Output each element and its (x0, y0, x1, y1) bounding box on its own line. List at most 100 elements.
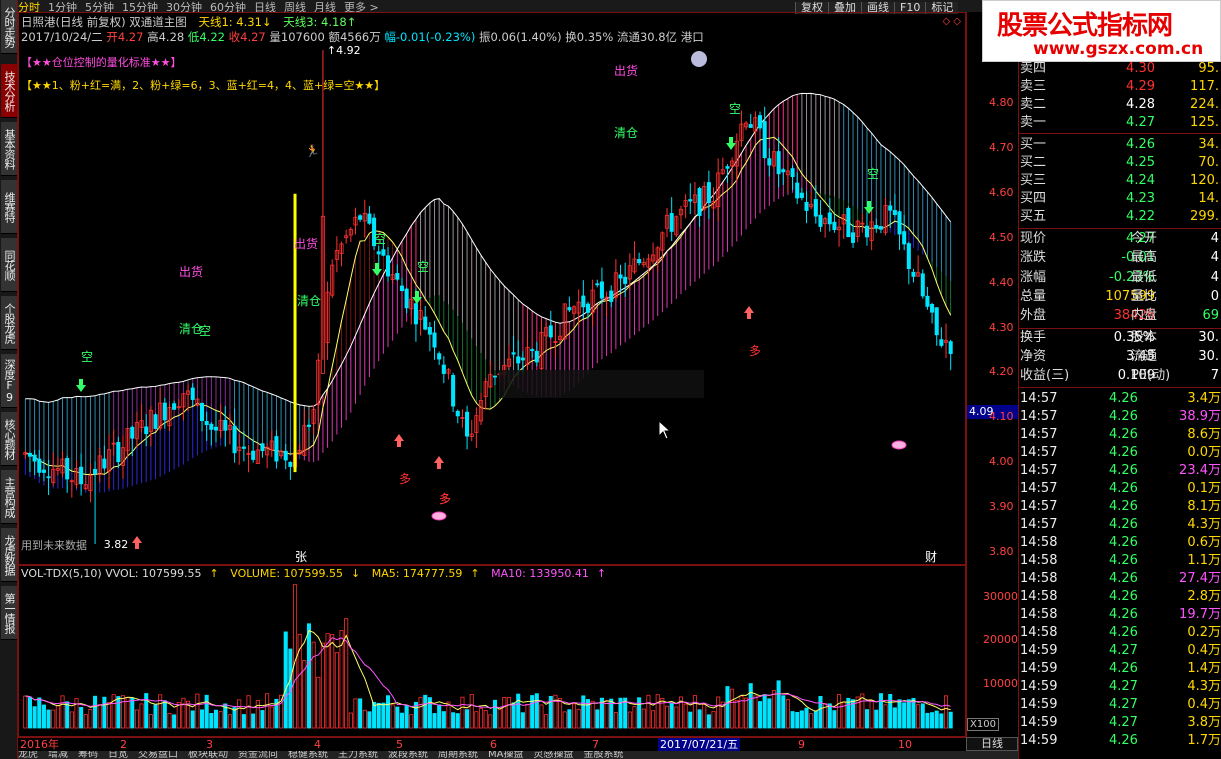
period-tab-7[interactable]: 周线 (284, 2, 306, 13)
bottom-tab-11[interactable]: MA操盘 (488, 751, 523, 759)
left-tab-1[interactable]: 技术分析 (1, 64, 17, 118)
left-tab-2[interactable]: 基本资料 (1, 122, 17, 176)
volume-bar (641, 708, 646, 729)
left-tab-6[interactable]: 深度F9 (1, 354, 17, 408)
watermark-logo: 股票公式指标网 www.gszx.com.cn (982, 0, 1221, 62)
volume-bar (330, 633, 335, 729)
volume-bar (125, 697, 130, 729)
quote-key-2: 流通 (1131, 348, 1158, 364)
left-tab-5[interactable]: 个股龙虎 (1, 296, 17, 350)
price-chart-panel[interactable]: ↑4.92 3.82 用到未来数据空出货 清仓空出货 清仓空空多多多出货 清仓空空多张财 🏃… (18, 12, 966, 565)
period-tab-9[interactable]: 更多 > (344, 2, 379, 13)
tick-price: 4.26 (1109, 535, 1138, 551)
bottom-tab-12[interactable]: 灵感操盘 (533, 751, 573, 759)
bottom-tab-6[interactable]: 资金流向 (238, 751, 278, 759)
quote-key-2: 今开 (1131, 231, 1158, 246)
period-tab-6[interactable]: 日线 (254, 2, 276, 13)
candle (385, 247, 391, 282)
candle (804, 190, 809, 224)
volume-bar (590, 700, 595, 729)
volume-chart[interactable] (19, 566, 966, 737)
left-tab-0[interactable]: 分时走势 (1, 0, 17, 54)
left-tab-7[interactable]: 核心题材 (1, 412, 17, 466)
sell-price: 4.28 (1126, 97, 1155, 112)
period-tab-4[interactable]: 30分钟 (166, 2, 202, 13)
left-tab-10[interactable]: 第一情报 (1, 586, 17, 640)
signal-label: 空 (81, 350, 93, 364)
buy-price: 4.23 (1126, 191, 1155, 206)
signal-label: 多 (749, 344, 761, 358)
left-tab-9[interactable]: 龙虎数据 (1, 528, 17, 582)
sector-value: 港口 (680, 30, 704, 44)
period-tab-5[interactable]: 60分钟 (210, 2, 246, 13)
bottom-tab-3[interactable]: 日宽 (108, 751, 128, 759)
bottom-tab-7[interactable]: 稳健系统 (288, 751, 328, 759)
period-button[interactable]: 日线 (966, 737, 1018, 751)
left-tab-4[interactable]: 同花顺 (1, 238, 17, 292)
bottom-tab-0[interactable]: 龙虎 (18, 751, 38, 759)
volume-bar (734, 700, 739, 729)
bottom-tab-9[interactable]: 波段系统 (388, 751, 428, 759)
candle (311, 405, 316, 435)
bottom-tab-10[interactable]: 周期系统 (438, 751, 478, 759)
bottom-tab-2[interactable]: 筹码 (78, 751, 98, 759)
volume-bar (939, 713, 944, 729)
candle (223, 406, 228, 447)
candle (418, 300, 423, 336)
high-price-label: ↑4.92 (327, 44, 361, 57)
volume-bar (292, 584, 298, 729)
tianxian3-label: 天线3: 4.18 (283, 15, 347, 29)
panel-corner-icon[interactable]: ◇ ◇ (942, 16, 961, 27)
tick-time: 14:58 (1020, 625, 1058, 641)
volume-bar (432, 713, 437, 729)
candle (469, 419, 474, 442)
tick-price: 4.26 (1109, 661, 1138, 677)
volume-bar (153, 704, 158, 729)
ticks-divider (1019, 387, 1221, 389)
tick-volume: 19.7万 (1179, 607, 1221, 623)
volume-bar (716, 696, 721, 729)
amplitude-value: 振0.06(1.40%) (478, 30, 562, 44)
period-tab-0[interactable]: 分时 (18, 2, 40, 13)
candles (23, 50, 953, 545)
candlestick-chart[interactable]: ↑4.923.82用到未来数据空出货清仓空出货清仓空空多多多出货清仓空空多张 财🏃 (19, 13, 966, 565)
candle (883, 197, 888, 236)
candle (492, 375, 498, 386)
quote-key: 净资 (1020, 348, 1047, 364)
volume-bar (525, 704, 530, 729)
price-tick: 4.40 (989, 275, 1014, 289)
volume-panel[interactable]: VOL-TDX(5,10) VVOL: 107599.55 ↑ VOLUME: 1… (18, 565, 966, 737)
bottom-tab-8[interactable]: 主力系统 (338, 751, 378, 759)
left-tab-3[interactable]: 维赛特10 (1, 180, 17, 234)
period-tab-8[interactable]: 月线 (314, 2, 336, 13)
tick-row: 14:57 4.26 0.0万 (1019, 444, 1221, 462)
bottom-tab-13[interactable]: 金股系统 (583, 751, 623, 759)
candle (395, 264, 400, 281)
quote-value-2: 30. (1198, 329, 1219, 345)
quote-key: 外盘 (1020, 308, 1047, 324)
tick-row: 14:58 4.26 19.7万 (1019, 606, 1221, 624)
candle (269, 430, 274, 458)
selected-date: 2017/07/21/五 (658, 738, 741, 751)
bottom-tab-4[interactable]: 交易盘口 (138, 751, 178, 759)
period-tab-3[interactable]: 15分钟 (122, 2, 158, 13)
volume-bar (260, 710, 265, 729)
volume-bar (692, 695, 697, 729)
volume-bar (199, 709, 205, 729)
close-value: 收4.27 (228, 30, 266, 44)
candle (567, 296, 572, 313)
left-tab-8[interactable]: 主营构成 (1, 470, 17, 524)
up-arrow-icon (434, 456, 444, 469)
quote-row: 现价 4.27 今开 4 (1019, 230, 1221, 248)
volume-bar (213, 709, 219, 729)
volume-bar (106, 702, 112, 729)
period-tab-2[interactable]: 5分钟 (85, 2, 114, 13)
volume-bar (465, 709, 470, 729)
buy-row: 买三 4.24 120. (1019, 172, 1221, 190)
price-tick: 4.00 (989, 455, 1014, 469)
bottom-tab-5[interactable]: 板块联动 (188, 751, 228, 759)
tick-price: 4.26 (1109, 553, 1138, 569)
bottom-tab-1[interactable]: 增减 (48, 751, 68, 759)
period-tab-1[interactable]: 1分钟 (48, 2, 77, 13)
volume-bar (846, 697, 851, 729)
